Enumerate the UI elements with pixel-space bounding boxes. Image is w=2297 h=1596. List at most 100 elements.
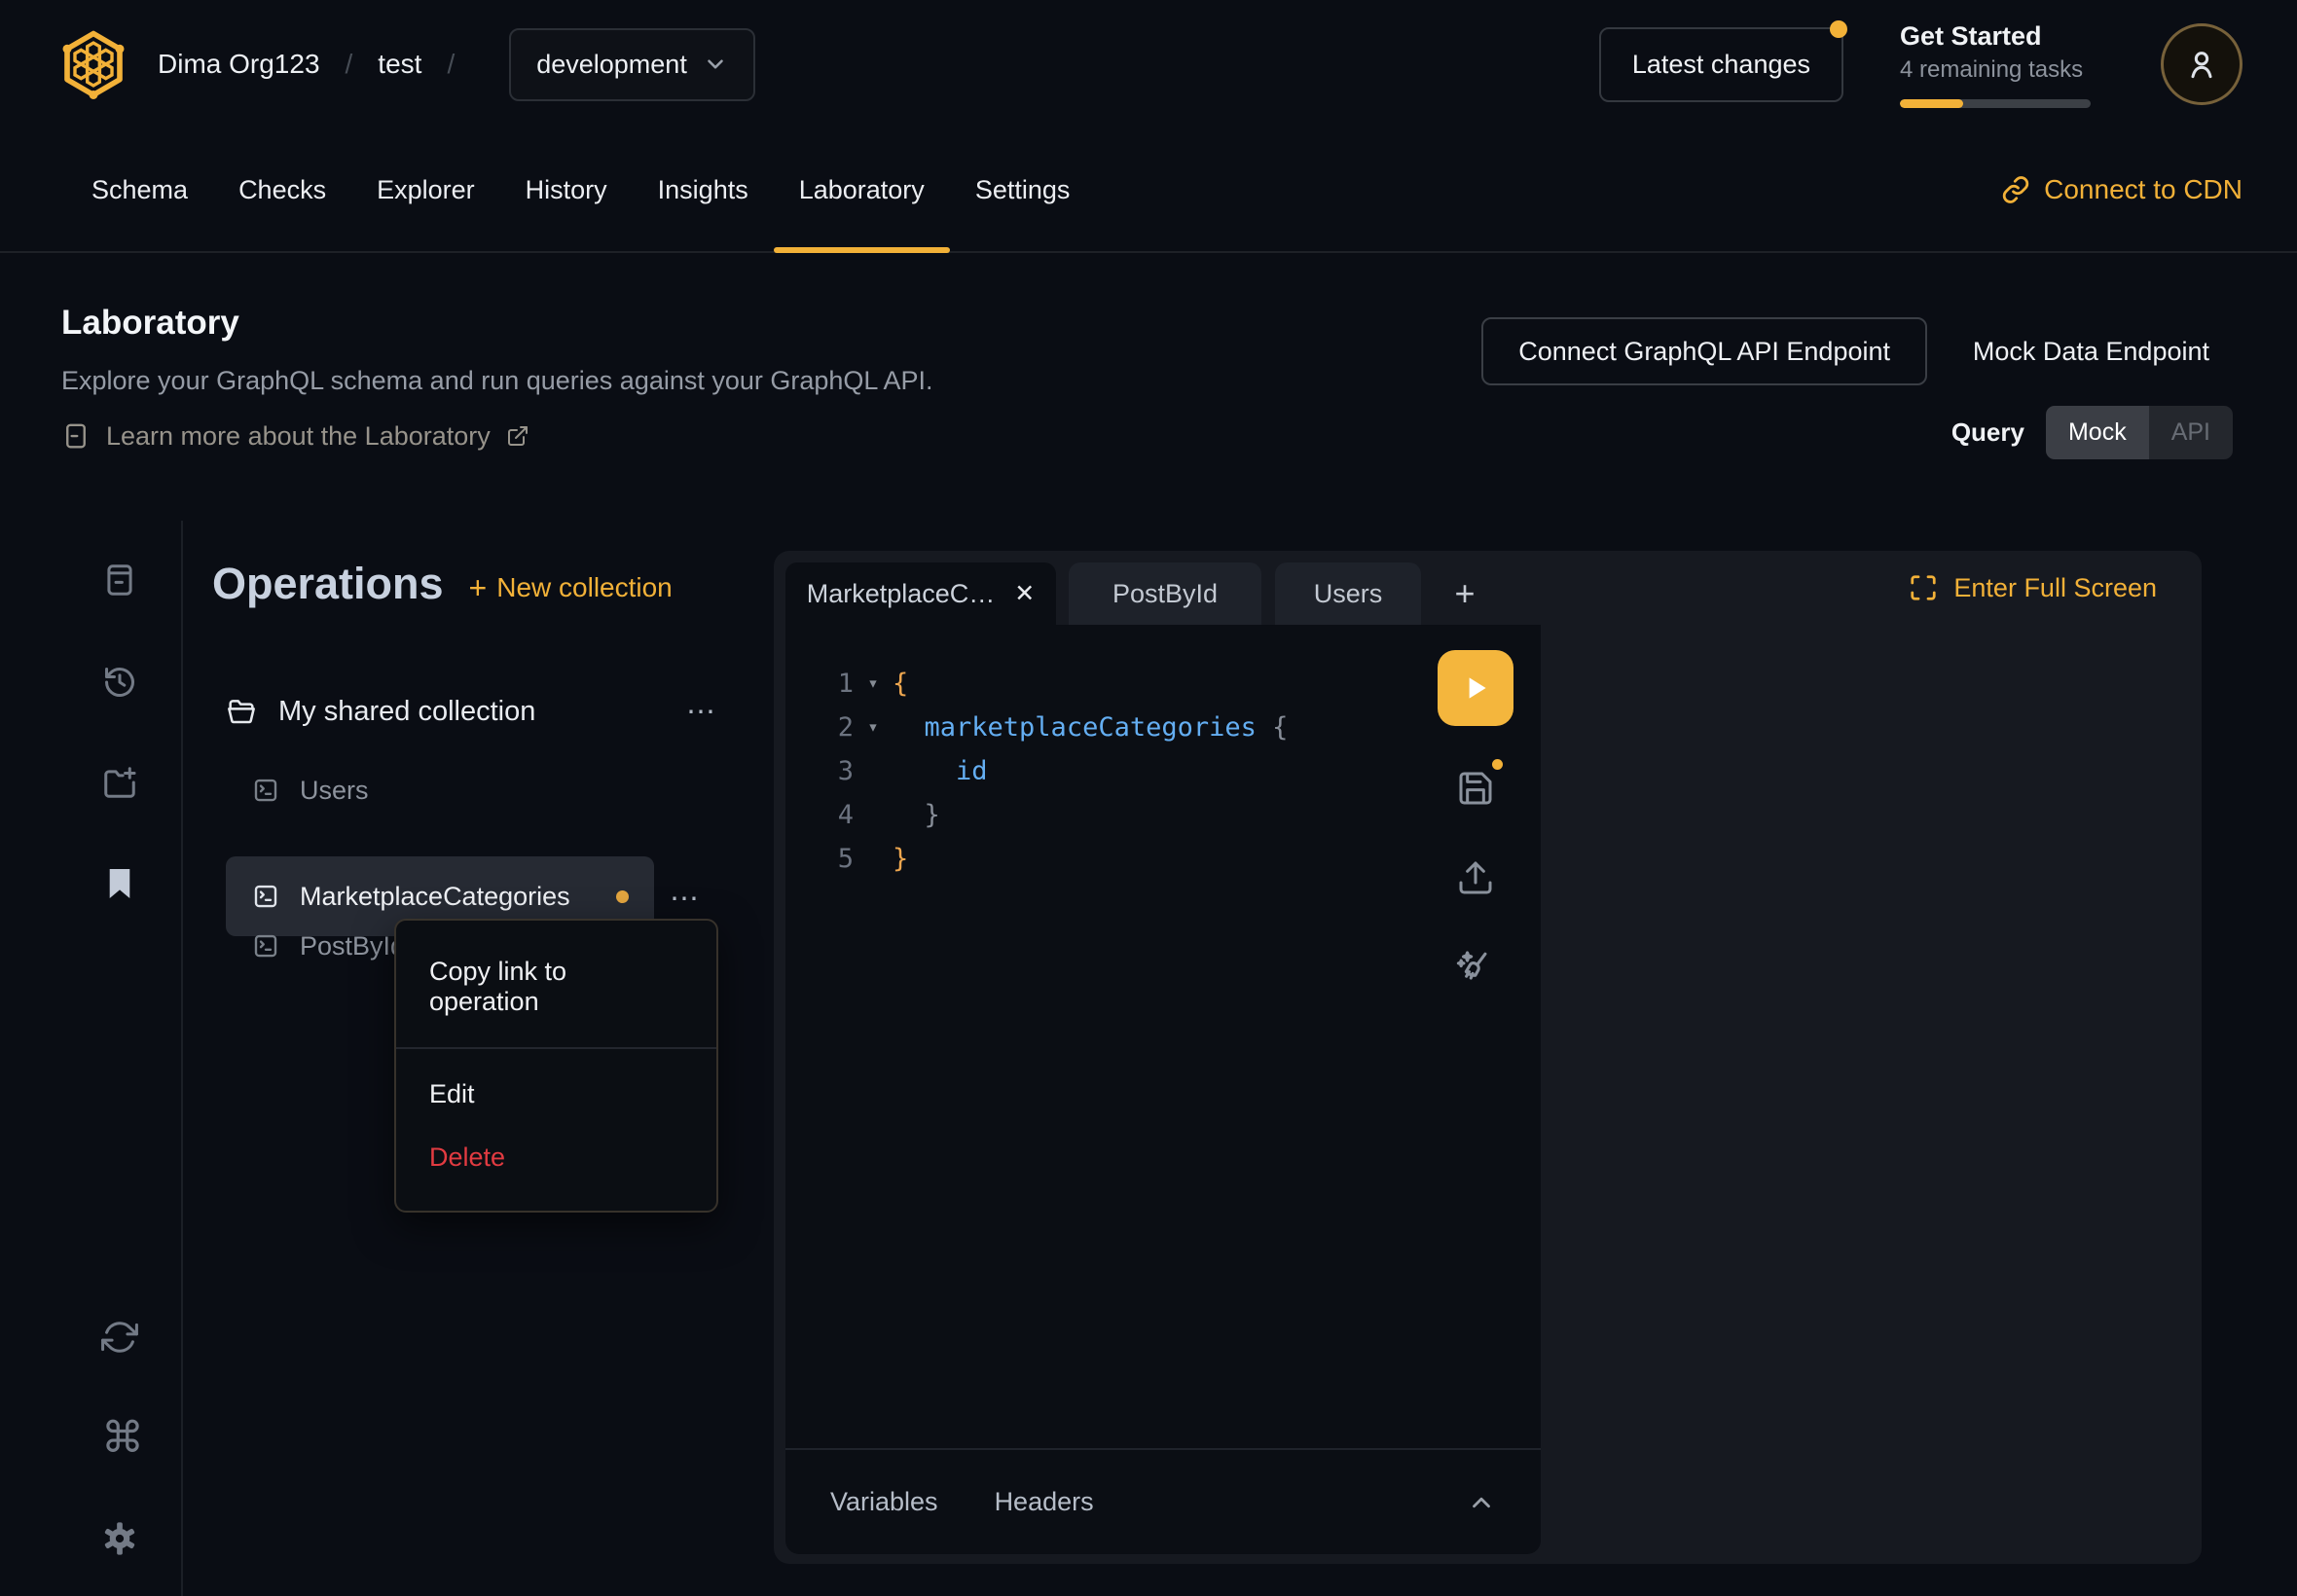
menu-item-copy-link[interactable]: Copy link to operation bbox=[396, 940, 716, 1034]
tab-insights[interactable]: Insights bbox=[633, 128, 774, 251]
run-query-button[interactable] bbox=[1438, 650, 1513, 726]
new-collection-button[interactable]: + New collection bbox=[469, 562, 673, 606]
collections-rail-button[interactable] bbox=[101, 865, 138, 902]
code-token: } bbox=[893, 793, 940, 837]
hive-logo[interactable] bbox=[58, 26, 128, 102]
tab-explorer[interactable]: Explorer bbox=[351, 128, 500, 251]
operation-icon bbox=[251, 776, 280, 805]
mock-api-toggle: Mock API bbox=[2046, 406, 2233, 459]
learn-more-link[interactable]: Learn more about the Laboratory bbox=[61, 420, 529, 452]
tab-label: Settings bbox=[975, 175, 1071, 205]
docs-rail-button[interactable] bbox=[101, 562, 138, 598]
collection-row[interactable]: My shared collection ⋯ bbox=[226, 681, 718, 742]
code-line: 3 id bbox=[785, 749, 1541, 793]
learn-more-label: Learn more about the Laboratory bbox=[106, 421, 491, 452]
laboratory-editor-panel: MarketplaceC… ✕ PostById Users + Enter F… bbox=[774, 551, 2202, 1564]
fold-icon[interactable]: ▾ bbox=[854, 662, 893, 706]
save-operation-button[interactable] bbox=[1456, 769, 1495, 808]
user-avatar[interactable] bbox=[2161, 23, 2242, 105]
menu-item-delete[interactable]: Delete bbox=[396, 1126, 716, 1189]
operation-icon bbox=[251, 931, 280, 961]
operation-label: Users bbox=[300, 776, 369, 806]
sync-icon bbox=[101, 1319, 138, 1356]
chevron-down-icon bbox=[703, 52, 728, 77]
breadcrumb-project[interactable]: test bbox=[378, 49, 421, 80]
code-line: 4 } bbox=[785, 793, 1541, 837]
tab-label: Laboratory bbox=[799, 175, 925, 205]
expand-icon bbox=[1909, 573, 1938, 602]
code-token: id bbox=[956, 749, 988, 793]
variables-tab[interactable]: Variables bbox=[830, 1487, 938, 1517]
editor-tab-users[interactable]: Users bbox=[1275, 562, 1421, 625]
breadcrumb-separator: / bbox=[346, 49, 353, 80]
close-icon[interactable]: ✕ bbox=[1014, 579, 1035, 608]
line-number: 4 bbox=[785, 793, 854, 837]
fold-icon[interactable]: ▾ bbox=[854, 706, 893, 749]
share-operation-button[interactable] bbox=[1456, 858, 1495, 897]
settings-rail-button[interactable] bbox=[101, 1520, 138, 1557]
rail-divider bbox=[181, 521, 183, 1596]
enter-full-screen-button[interactable]: Enter Full Screen bbox=[1909, 551, 2157, 625]
person-icon bbox=[2182, 45, 2221, 84]
breadcrumb-separator: / bbox=[447, 49, 455, 80]
operations-header: Operations + New collection bbox=[212, 559, 673, 609]
collection-menu-button[interactable]: ⋯ bbox=[686, 695, 718, 729]
line-number: 3 bbox=[785, 749, 854, 793]
get-started-title: Get Started bbox=[1900, 21, 2091, 52]
progress-bar bbox=[1900, 99, 2091, 108]
menu-item-edit[interactable]: Edit bbox=[396, 1063, 716, 1126]
tab-history[interactable]: History bbox=[500, 128, 633, 251]
add-tab-button[interactable]: + bbox=[1438, 562, 1492, 625]
editor-tab-label: PostById bbox=[1112, 579, 1218, 609]
editor-tab-post-by-id[interactable]: PostById bbox=[1069, 562, 1261, 625]
environment-dropdown[interactable]: development bbox=[509, 28, 755, 101]
mock-data-endpoint-link[interactable]: Mock Data Endpoint bbox=[1973, 317, 2209, 385]
code-token: { bbox=[1257, 706, 1289, 749]
save-icon bbox=[1456, 769, 1495, 808]
code-line: 2 ▾ marketplaceCategories { bbox=[785, 706, 1541, 749]
tab-settings[interactable]: Settings bbox=[950, 128, 1096, 251]
operation-menu-button[interactable]: ⋯ bbox=[670, 882, 702, 916]
prettify-button[interactable] bbox=[1452, 946, 1495, 989]
collapse-panel-button[interactable] bbox=[1467, 1488, 1496, 1517]
notification-dot bbox=[1830, 20, 1847, 38]
code-line: 1 ▾ { bbox=[785, 662, 1541, 706]
tab-schema[interactable]: Schema bbox=[66, 128, 213, 251]
operation-row-users[interactable]: Users bbox=[251, 764, 369, 816]
history-icon bbox=[101, 664, 138, 701]
headers-tab[interactable]: Headers bbox=[995, 1487, 1094, 1517]
connect-endpoint-label: Connect GraphQL API Endpoint bbox=[1518, 337, 1890, 367]
tab-label: Checks bbox=[238, 175, 326, 205]
sync-rail-button[interactable] bbox=[101, 1319, 138, 1356]
latest-changes-button[interactable]: Latest changes bbox=[1599, 27, 1843, 102]
progress-fill bbox=[1900, 99, 1963, 108]
shortcuts-rail-button[interactable]: ⌘ bbox=[101, 1420, 144, 1457]
operation-row-post-by-id[interactable]: PostById bbox=[251, 920, 405, 972]
editor-tab-marketplace[interactable]: MarketplaceC… ✕ bbox=[785, 562, 1056, 625]
toggle-option-api[interactable]: API bbox=[2149, 406, 2233, 459]
bookmark-icon bbox=[101, 865, 138, 902]
code-token: } bbox=[893, 837, 908, 881]
page-description: Explore your GraphQL schema and run quer… bbox=[61, 366, 932, 396]
folder-plus-icon bbox=[101, 764, 138, 801]
command-icon: ⌘ bbox=[101, 1414, 144, 1462]
book-icon bbox=[61, 420, 91, 452]
new-collection-label: New collection bbox=[496, 572, 673, 603]
play-icon bbox=[1459, 671, 1492, 705]
tab-laboratory[interactable]: Laboratory bbox=[774, 128, 950, 251]
tab-checks[interactable]: Checks bbox=[213, 128, 351, 251]
query-editor[interactable]: 1 ▾ { 2 ▾ marketplaceCategories { 3 id 4… bbox=[785, 625, 1541, 1448]
toggle-option-mock[interactable]: Mock bbox=[2046, 406, 2149, 459]
get-started-widget[interactable]: Get Started 4 remaining tasks bbox=[1900, 21, 2091, 108]
new-collection-rail-button[interactable] bbox=[101, 764, 138, 801]
history-rail-button[interactable] bbox=[101, 664, 138, 701]
fold-icon bbox=[854, 793, 893, 837]
unsaved-dot bbox=[1492, 759, 1503, 770]
breadcrumb-org[interactable]: Dima Org123 bbox=[158, 49, 320, 80]
gear-icon bbox=[101, 1520, 138, 1557]
connect-graphql-endpoint-button[interactable]: Connect GraphQL API Endpoint bbox=[1481, 317, 1927, 385]
top-header: Dima Org123 / test / development Latest … bbox=[0, 0, 2297, 128]
connect-to-cdn-link[interactable]: Connect to CDN bbox=[2001, 174, 2242, 205]
plus-icon: + bbox=[469, 570, 488, 606]
code-area[interactable]: 1 ▾ { 2 ▾ marketplaceCategories { 3 id 4… bbox=[785, 625, 1541, 881]
